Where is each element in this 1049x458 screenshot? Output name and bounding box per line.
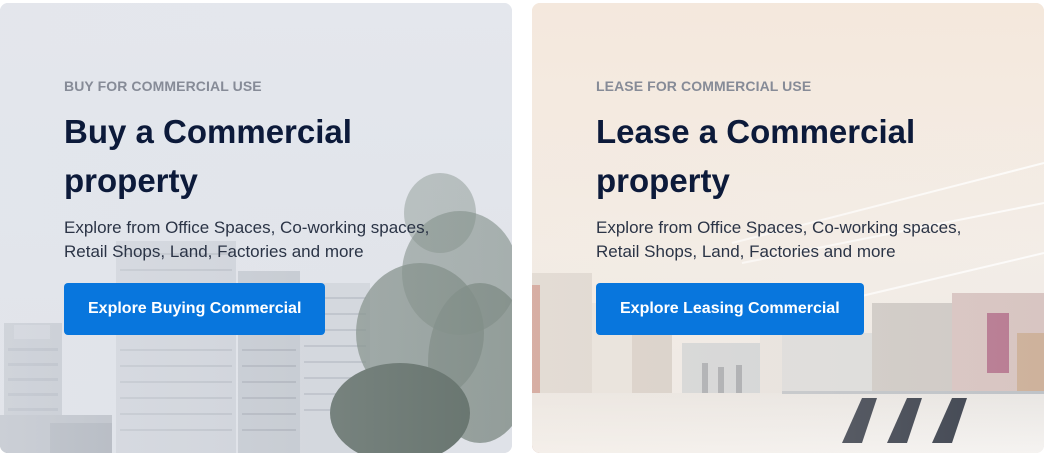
- lease-commercial-card: LEASE FOR COMMERCIAL USE Lease a Commerc…: [532, 3, 1044, 453]
- buy-commercial-card: BUY FOR COMMERCIAL USE Buy a Commercial …: [0, 3, 512, 453]
- explore-leasing-commercial-button[interactable]: Explore Leasing Commercial: [596, 283, 864, 335]
- explore-buying-commercial-button[interactable]: Explore Buying Commercial: [64, 283, 326, 335]
- buy-card-title: Buy a Commercial property: [64, 113, 352, 199]
- lease-card-eyebrow: LEASE FOR COMMERCIAL USE: [596, 78, 812, 94]
- commercial-cards-section: BUY FOR COMMERCIAL USE Buy a Commercial …: [0, 0, 1049, 458]
- lease-card-title: Lease a Commercial property: [596, 113, 916, 199]
- lease-card-description: Explore from Office Spaces, Co-working s…: [596, 218, 962, 261]
- buy-card-eyebrow: BUY FOR COMMERCIAL USE: [64, 78, 262, 94]
- buy-card-description: Explore from Office Spaces, Co-working s…: [64, 218, 430, 261]
